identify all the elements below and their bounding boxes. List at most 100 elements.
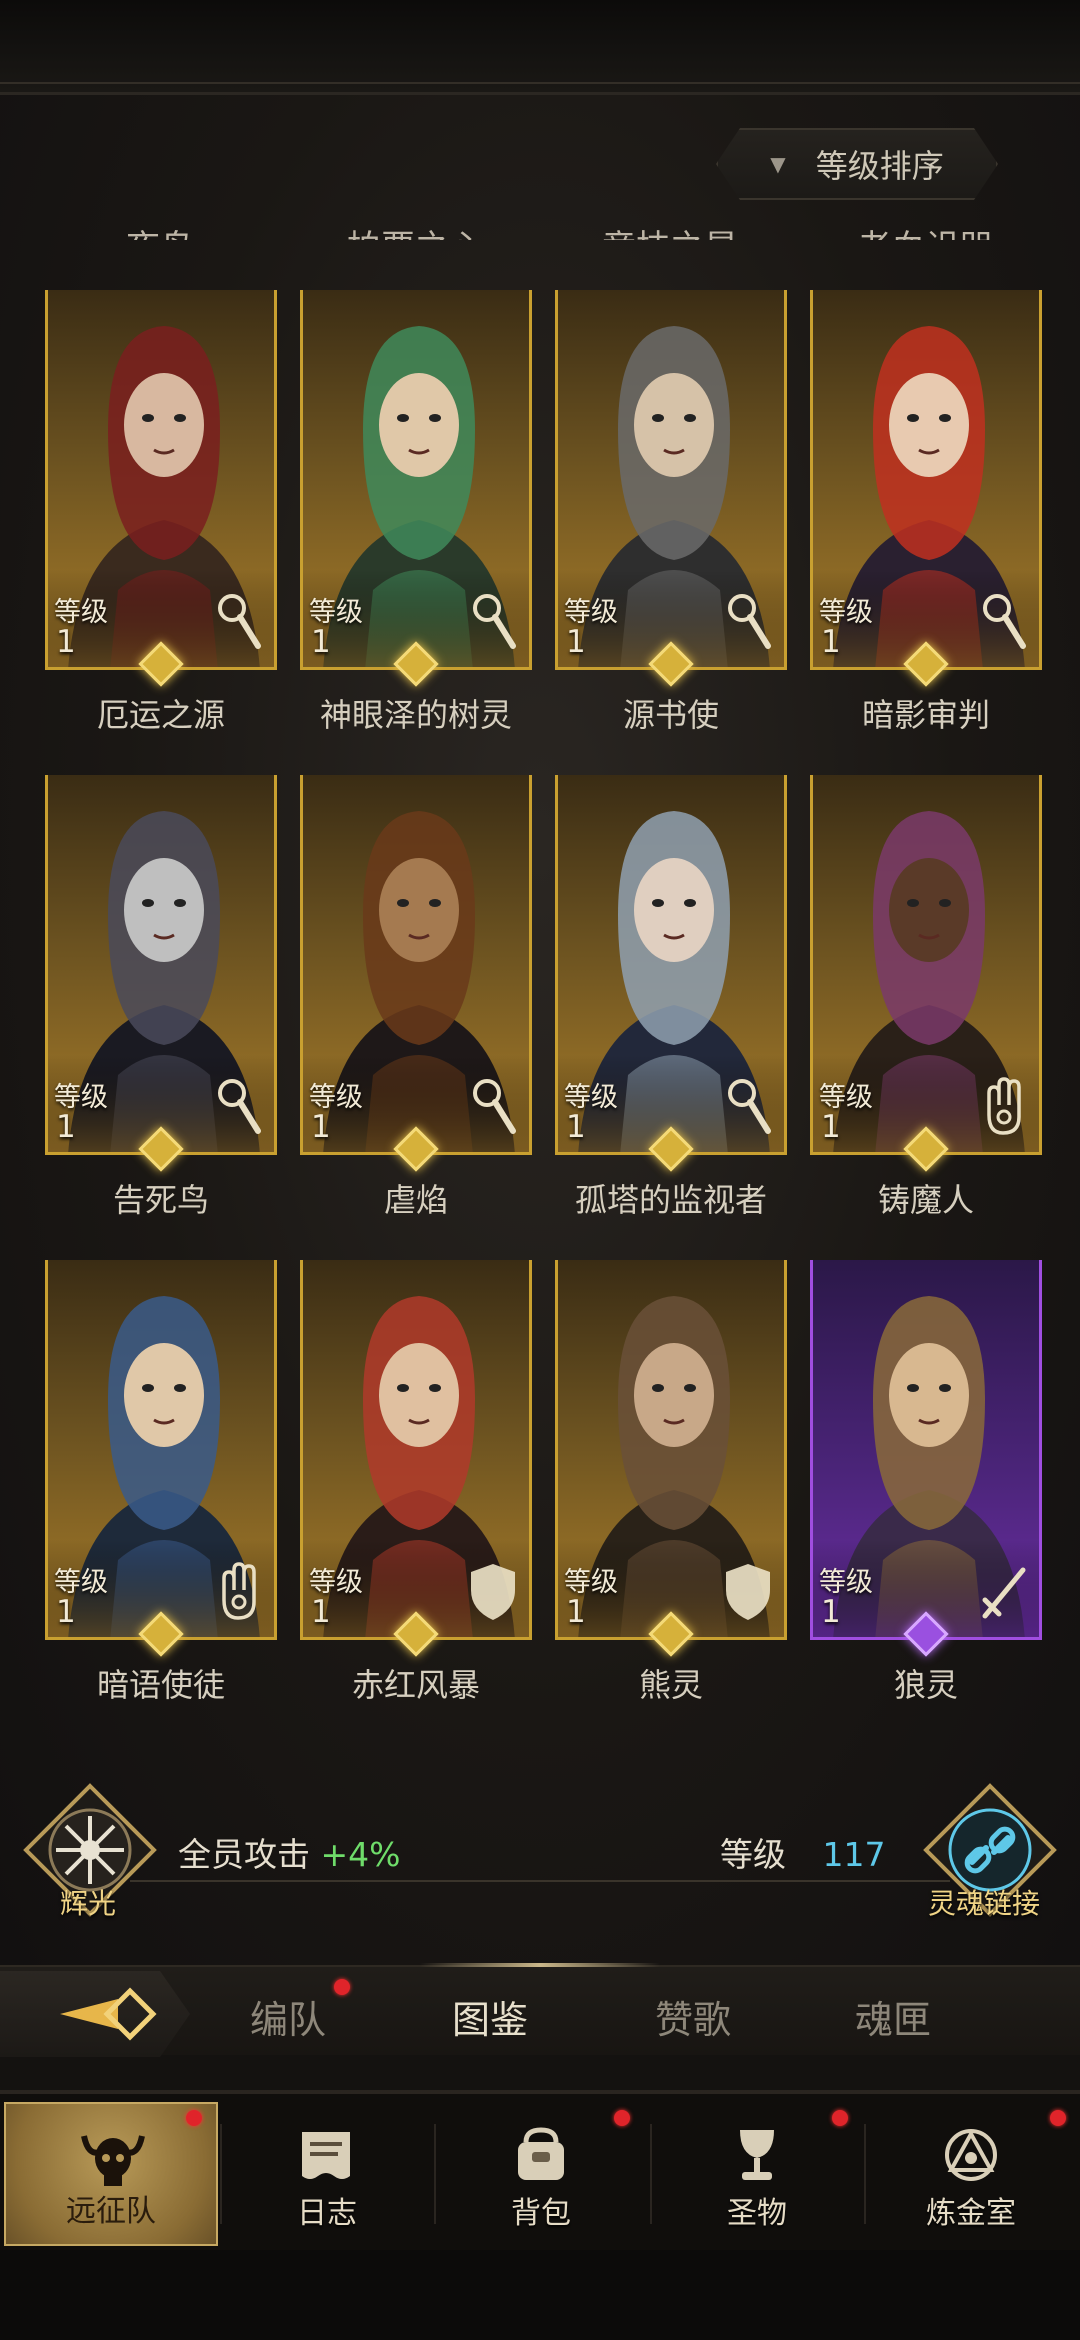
hero-card[interactable]: 等级 1 厄运之源 xyxy=(45,290,277,734)
card-frame: 等级 1 xyxy=(300,290,532,670)
hero-name: 厄运之源 xyxy=(96,696,225,734)
magnifier-wand-icon xyxy=(728,1079,771,1134)
alchemy-icon xyxy=(945,2129,997,2181)
hero-name: 狼灵 xyxy=(893,1666,958,1704)
tab-bar-ornament xyxy=(420,1963,660,1967)
sort-label: 等级排序 xyxy=(815,147,944,185)
hero-card[interactable]: 等级 1 神眼泽的树灵 xyxy=(300,290,532,734)
magnifier-wand-icon xyxy=(473,1079,516,1134)
hand-icon xyxy=(222,1562,256,1620)
previous-row-names: 夜鸟 柏要之心 竞技之星 老血诅咒 xyxy=(0,210,1080,240)
soul-link-level: 等级 117 xyxy=(720,1828,886,1876)
level-value: 1 xyxy=(311,1109,331,1145)
hero-card[interactable]: 等级 1 暗影审判 xyxy=(810,290,1042,734)
level-value: 1 xyxy=(56,1109,76,1145)
hero-card[interactable]: 等级 1 铸魔人 xyxy=(810,775,1042,1219)
magnifier-wand-icon xyxy=(473,594,516,649)
nav-label: 背包 xyxy=(511,2196,571,2231)
card-frame: 等级 1 xyxy=(45,775,277,1155)
bottom-safe-area xyxy=(0,2250,1080,2340)
bonus-effect: 全员攻击 +4% xyxy=(178,1828,401,1876)
card-frame: 等级 1 xyxy=(300,775,532,1155)
sort-by-level-button[interactable]: ▼ 等级排序 xyxy=(716,128,998,200)
level-value: 1 xyxy=(311,1594,331,1630)
hero-name: 源书使 xyxy=(622,696,719,734)
bottom-navigation: 远征队 日志 背包 圣物 炼金室 xyxy=(0,2090,1080,2250)
hero-card[interactable]: 等级 1 源书使 xyxy=(555,290,787,734)
card-frame: 等级 1 xyxy=(810,1260,1042,1640)
hero-name: 熊灵 xyxy=(638,1666,703,1704)
tab-codex[interactable]: 图鉴 xyxy=(452,1989,528,2044)
level-value: 1 xyxy=(56,1594,76,1630)
hero-name: 神眼泽的树灵 xyxy=(319,696,512,734)
nav-label: 日志 xyxy=(297,2196,357,2231)
nav-label: 圣物 xyxy=(727,2196,787,2231)
cut-name: 竞技之星 xyxy=(555,220,785,240)
top-ornament-bar xyxy=(0,0,1080,95)
soul-link-label: 灵魂链接 xyxy=(928,1887,1041,1920)
card-frame: 等级 1 xyxy=(300,1260,532,1640)
level-value: 1 xyxy=(566,1109,586,1145)
arrow-diamond-icon xyxy=(60,1987,157,2041)
hero-name: 赤红风暴 xyxy=(351,1666,480,1704)
collection-bonus-bar: 辉光 全员攻击 +4% 等级 117 灵魂链接 xyxy=(0,1770,1080,1940)
card-frame: 等级 1 xyxy=(555,775,787,1155)
cut-name: 柏要之心 xyxy=(300,220,530,240)
level-value: 1 xyxy=(56,624,76,660)
nav-relics[interactable]: 圣物 xyxy=(650,2102,864,2246)
hero-card[interactable]: 等级 1 赤红风暴 xyxy=(300,1260,532,1704)
expedition-badge xyxy=(186,2110,202,2126)
card-frame: 等级 1 xyxy=(45,1260,277,1640)
hero-card[interactable]: 等级 1 熊灵 xyxy=(555,1260,787,1704)
card-frame: 等级 1 xyxy=(555,290,787,670)
scroll-icon xyxy=(302,2132,350,2179)
tab-soul-box[interactable]: 魂匣 xyxy=(855,1989,931,2044)
hero-card[interactable]: 等级 1 暗语使徒 xyxy=(45,1260,277,1704)
nav-journal[interactable]: 日志 xyxy=(220,2102,434,2246)
soul-level-value: 117 xyxy=(822,1835,886,1874)
hero-card[interactable]: 等级 1 告死鸟 xyxy=(45,775,277,1219)
magnifier-wand-icon xyxy=(728,594,771,649)
level-value: 1 xyxy=(821,1109,841,1145)
magnifier-wand-icon xyxy=(983,594,1026,649)
horned-skull-icon xyxy=(81,2135,145,2186)
hero-name: 暗语使徒 xyxy=(96,1666,225,1704)
card-frame: 等级 1 xyxy=(810,290,1042,670)
formation-badge xyxy=(334,1979,350,1995)
nav-label: 远征队 xyxy=(66,2194,156,2229)
soul-level-label: 等级 xyxy=(720,1835,786,1874)
hero-card[interactable]: 等级 1 孤塔的监视者 xyxy=(555,775,787,1219)
hero-name: 暗影审判 xyxy=(861,696,990,734)
radiance-label: 辉光 xyxy=(60,1887,117,1920)
card-frame: 等级 1 xyxy=(45,290,277,670)
bonus-effect-value: +4% xyxy=(320,1835,401,1874)
level-value: 1 xyxy=(311,624,331,660)
nav-expedition[interactable]: 远征队 xyxy=(4,2102,218,2246)
chalice-icon xyxy=(740,2130,774,2180)
hero-card[interactable]: 等级 1 狼灵 xyxy=(810,1260,1042,1704)
nav-label: 炼金室 xyxy=(926,2196,1016,2231)
sub-tab-bar: 编队 图鉴 赞歌 魂匣 xyxy=(0,1963,1080,2057)
back-arrow-button[interactable] xyxy=(0,1971,190,2057)
hero-card[interactable]: 等级 1 虐焰 xyxy=(300,775,532,1219)
shield-icon xyxy=(471,1564,515,1620)
tab-hymn[interactable]: 赞歌 xyxy=(655,1989,731,2044)
level-value: 1 xyxy=(821,624,841,660)
magnifier-wand-icon xyxy=(218,1079,261,1134)
hand-icon xyxy=(987,1077,1021,1135)
nav-alchemy-room[interactable]: 炼金室 xyxy=(864,2102,1078,2246)
bonus-divider xyxy=(130,1880,950,1882)
card-frame: 等级 1 xyxy=(810,775,1042,1155)
nav-backpack[interactable]: 背包 xyxy=(434,2102,648,2246)
sword-icon xyxy=(982,1567,1026,1619)
magnifier-wand-icon xyxy=(218,594,261,649)
cut-name: 夜鸟 xyxy=(45,220,275,240)
card-frame: 等级 1 xyxy=(555,1260,787,1640)
dropdown-triangle-icon: ▼ xyxy=(770,152,786,176)
hero-name: 铸魔人 xyxy=(877,1181,974,1219)
tab-formation[interactable]: 编队 xyxy=(250,1989,326,2044)
level-value: 1 xyxy=(821,1594,841,1630)
level-value: 1 xyxy=(566,624,586,660)
hero-name: 孤塔的监视者 xyxy=(574,1181,767,1219)
hero-name: 告死鸟 xyxy=(112,1181,209,1219)
